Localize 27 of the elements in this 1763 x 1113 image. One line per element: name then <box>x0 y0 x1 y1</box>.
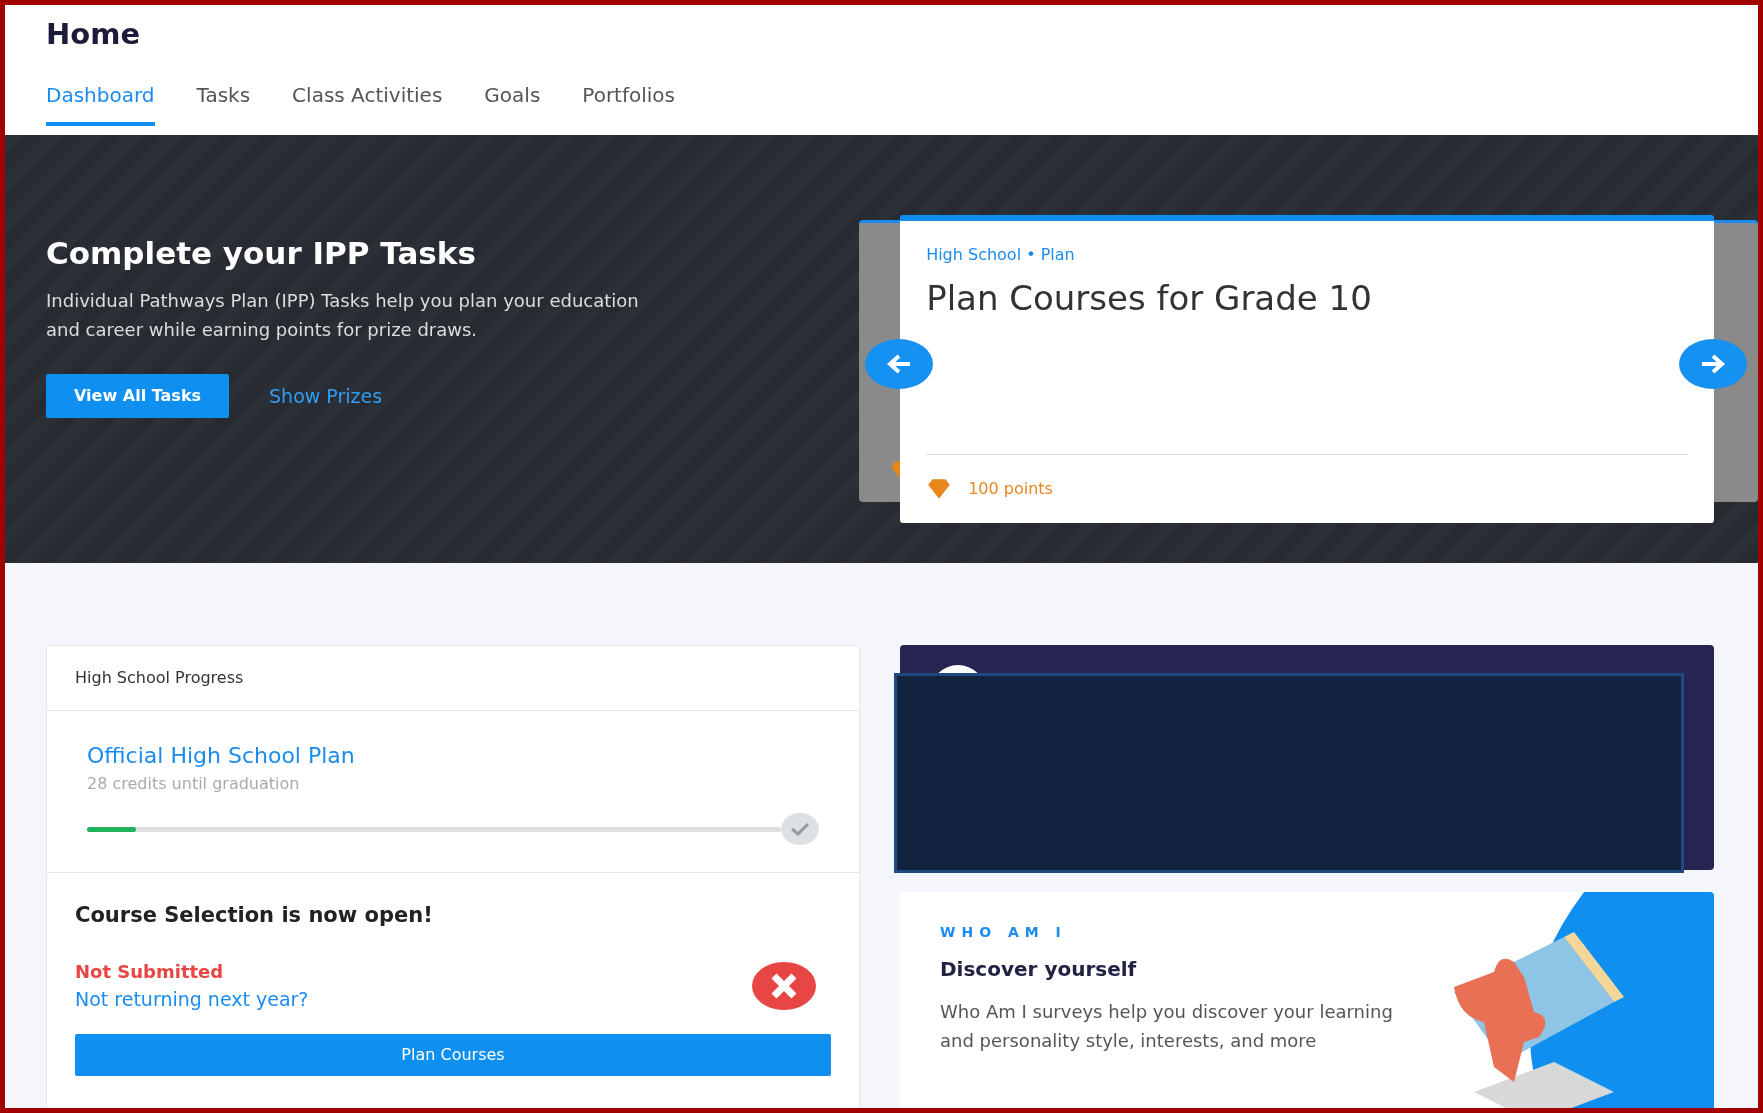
card-header: High School Progress <box>47 646 859 711</box>
plan-link[interactable]: Official High School Plan <box>87 739 819 772</box>
page-title: Home <box>46 17 142 52</box>
card-description: Who Am I surveys help you discover your learning and personality style, interests, and more <box>940 1000 1394 1053</box>
right-arrow-icon <box>1700 353 1727 375</box>
points-text: 100 points <box>968 478 1053 500</box>
card-title: Discover yourself <box>940 957 1138 981</box>
credits-text: 28 credits until graduation <box>87 774 300 793</box>
diamond-icon <box>926 479 953 499</box>
task-title: Plan Courses for Grade 10 <box>926 277 1373 320</box>
nav-tab[interactable]: Goals <box>484 79 541 126</box>
status-text: Not Submitted <box>75 960 225 985</box>
view-all-tasks-button[interactable]: View All Tasks <box>46 374 230 419</box>
nav-tab[interactable]: Tasks <box>196 79 251 126</box>
nav-tab[interactable]: Class Activities <box>292 79 443 126</box>
close-icon <box>752 961 816 1010</box>
course-selection-title: Course Selection is now open! <box>75 903 434 929</box>
hero-title: Complete your IPP Tasks <box>46 235 477 273</box>
show-prizes-link[interactable]: Show Prizes <box>269 381 383 411</box>
not-returning-link[interactable]: Not returning next year? <box>75 985 309 1014</box>
nav-tab[interactable]: Dashboard <box>46 79 155 126</box>
task-category: High School • Plan <box>926 244 1076 266</box>
left-arrow-icon <box>886 353 913 375</box>
plan-courses-button[interactable]: Plan Courses <box>75 1033 831 1076</box>
nav-tab[interactable]: Portfolios <box>582 79 675 126</box>
hero-description: Individual Pathways Plan (IPP) Tasks help you plan your education and career while earning points for prize draws. <box>46 289 640 343</box>
section-label: WHO AM I <box>940 923 1068 942</box>
